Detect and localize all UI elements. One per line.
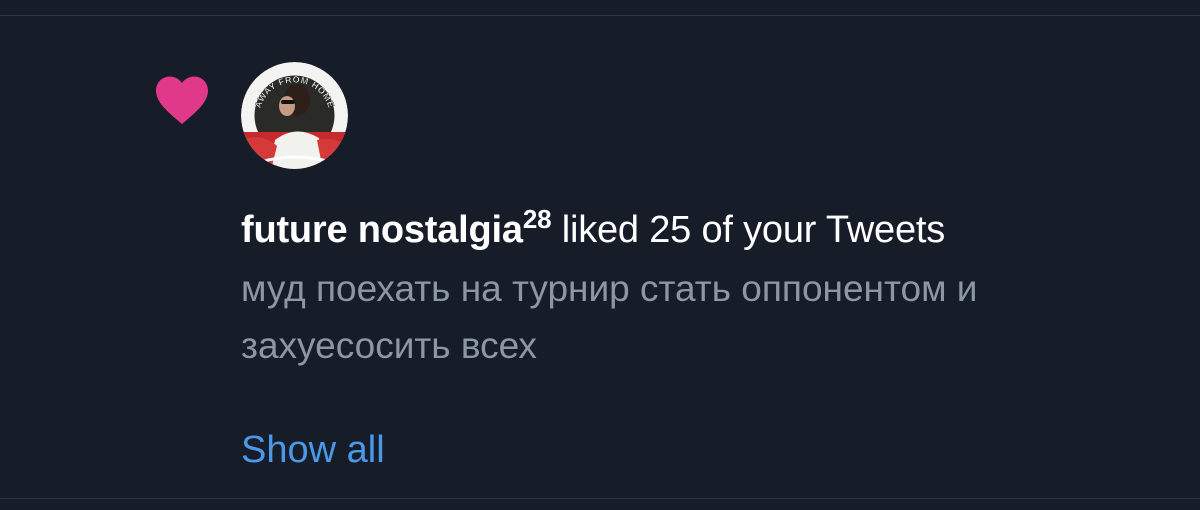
notification-headline: future nostalgia28 liked 25 of your Twee… — [241, 204, 945, 259]
user-name-suffix: 28 — [522, 204, 552, 234]
like-notification[interactable]: AWAY FROM HOME future nostalgia28 liked … — [0, 16, 1200, 498]
heart-icon — [156, 76, 208, 124]
show-all-link[interactable]: Show all — [241, 424, 385, 476]
tweet-text[interactable]: муд поехать на турнир стать оппонентом и… — [241, 260, 1161, 374]
bottom-divider — [0, 498, 1200, 499]
user-name[interactable]: future nostalgia — [241, 209, 523, 251]
action-text: liked 25 of your Tweets — [551, 209, 946, 251]
avatar[interactable]: AWAY FROM HOME — [241, 62, 348, 169]
